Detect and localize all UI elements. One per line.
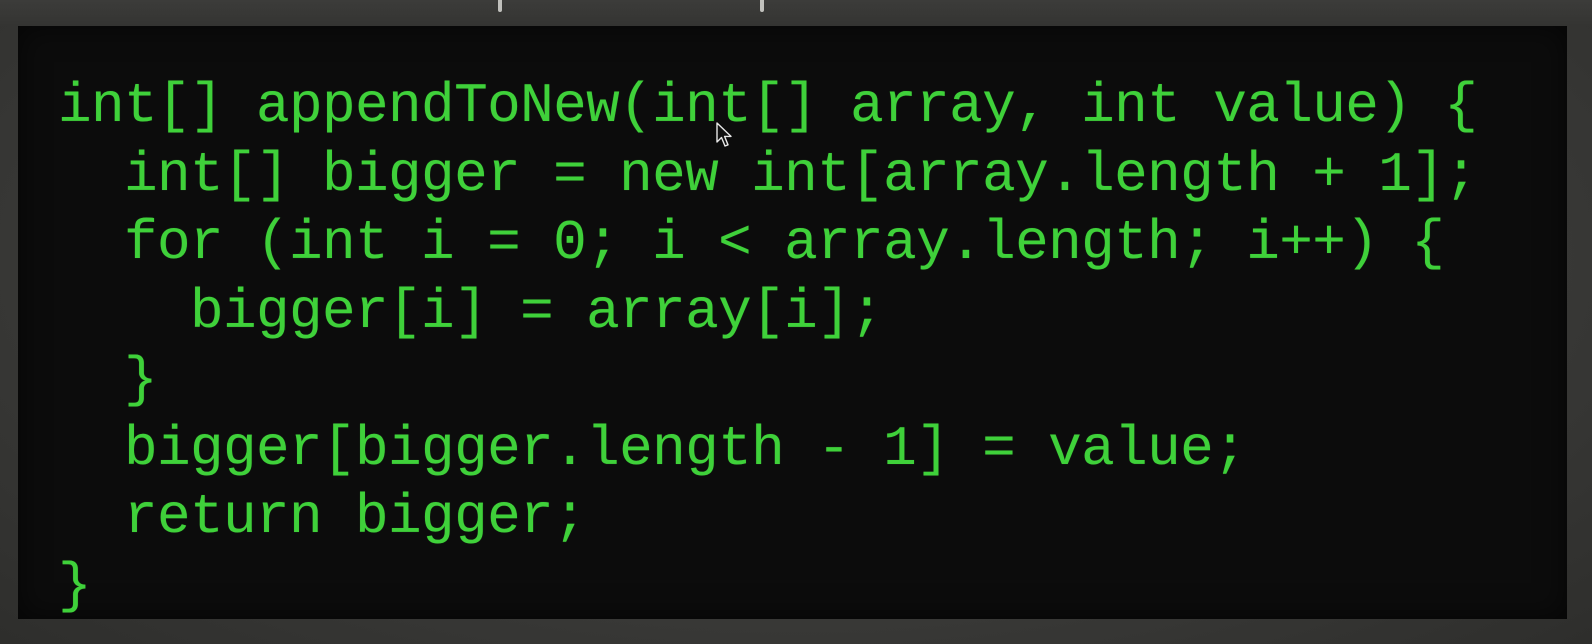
chalkboard-top-edge (0, 0, 1592, 26)
code-line-7: return bigger; (58, 485, 587, 549)
code-block: int[] appendToNew(int[] array, int value… (58, 72, 1478, 620)
screen: { "code": { "lines": [ "int[] appendToNe… (0, 0, 1592, 644)
code-line-5: } (58, 348, 158, 412)
code-line-8: } (58, 553, 92, 618)
code-line-1: int[] appendToNew(int[] array, int value… (58, 74, 1478, 138)
code-line-2: int[] bigger = new int[array.length + 1]… (58, 142, 1478, 207)
code-line-3: for (int i = 0; i < array.length; i++) { (58, 211, 1445, 275)
code-line-6: bigger[bigger.length - 1] = value; (58, 416, 1247, 481)
chalk-mark-left (498, 0, 502, 12)
code-panel: int[] appendToNew(int[] array, int value… (18, 26, 1567, 619)
chalk-mark-right (760, 0, 764, 12)
code-line-4: bigger[i] = array[i]; (58, 279, 884, 344)
